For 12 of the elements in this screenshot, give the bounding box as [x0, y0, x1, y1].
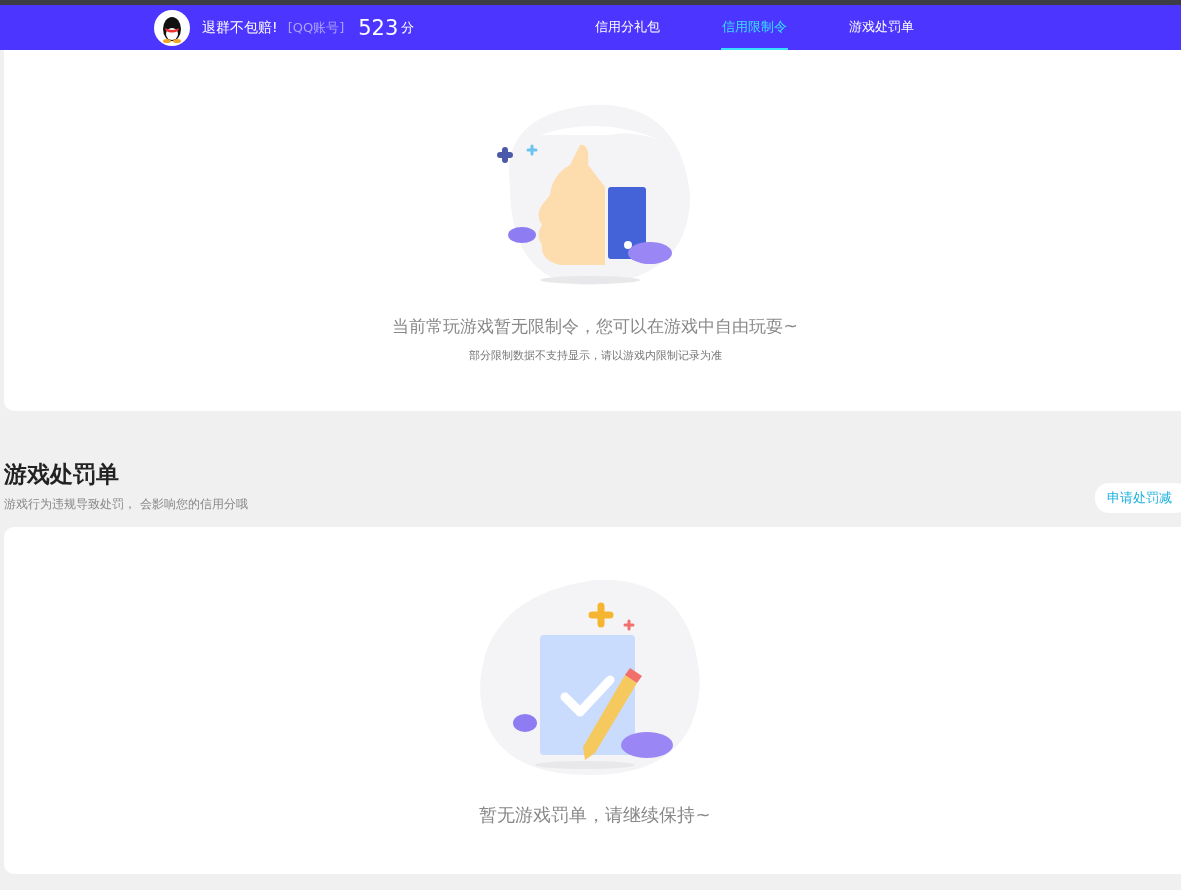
- empty-message: 暂无游戏罚单，请继续保持~: [479, 803, 711, 827]
- empty-message: 当前常玩游戏暂无限制令，您可以在游戏中自由玩耍~: [392, 315, 798, 338]
- section-subtitle: 游戏行为违规导致处罚， 会影响您的信用分哦: [4, 496, 248, 513]
- score-unit: 分: [401, 18, 415, 37]
- nav-tab[interactable]: 信用分礼包: [594, 5, 661, 50]
- account-label: [QQ账号]: [287, 18, 345, 37]
- avatar-icon: [154, 9, 190, 46]
- credit-score: 523: [358, 15, 399, 40]
- nav-tab[interactable]: 游戏处罚单: [848, 5, 915, 50]
- nickname: 退群不包赔!: [202, 18, 278, 37]
- section-title: 游戏处罚单: [4, 460, 120, 489]
- note-text: 部分限制数据不支持显示，请以游戏内限制记录为准: [468, 348, 722, 363]
